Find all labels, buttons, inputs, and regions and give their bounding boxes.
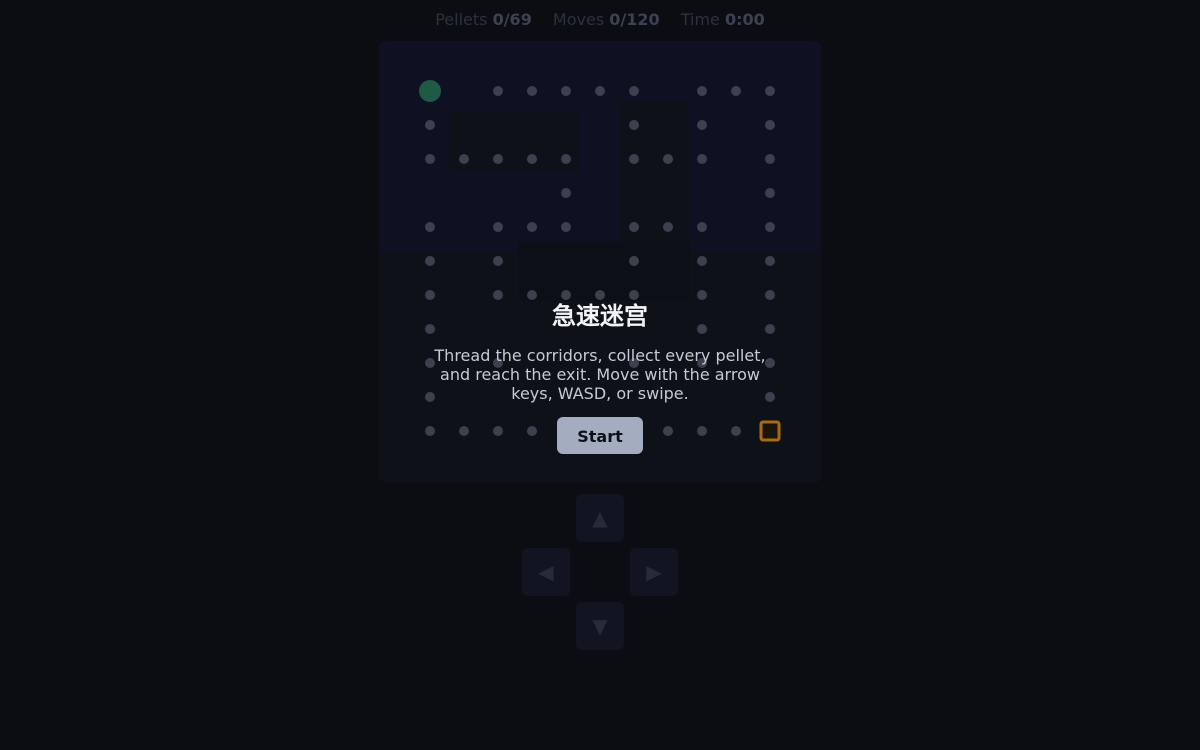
dialog-title: 急速迷宫 xyxy=(552,302,648,330)
start-button[interactable]: Start xyxy=(557,417,643,454)
game-stage: Pellets 0/69 Moves 0/120 Time 0:00 ▲ ◀ ▶… xyxy=(0,0,1200,750)
dialog-description: Thread the corridors, collect every pell… xyxy=(434,346,766,403)
start-overlay: 急速迷宫 Thread the corridors, collect every… xyxy=(0,0,1200,750)
start-dialog: 急速迷宫 Thread the corridors, collect every… xyxy=(420,298,780,454)
